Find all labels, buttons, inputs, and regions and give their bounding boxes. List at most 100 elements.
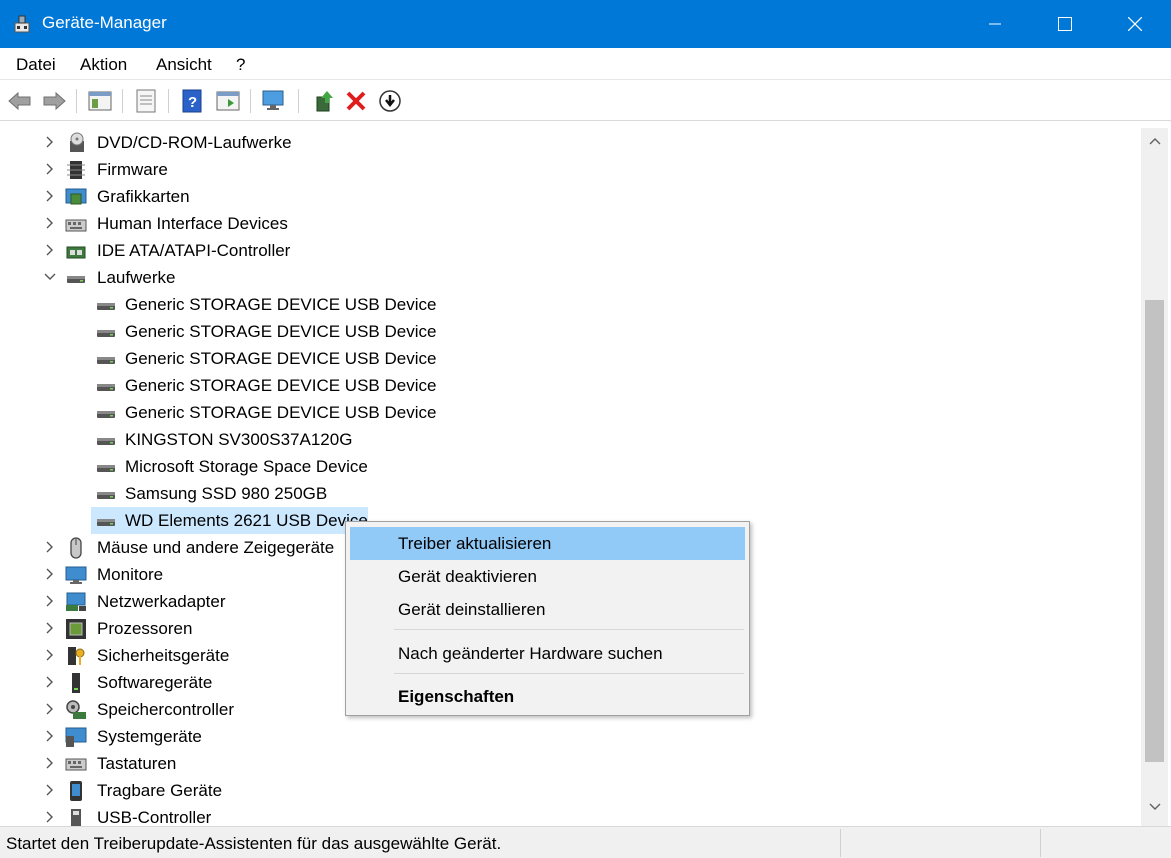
tree-device[interactable]: Generic STORAGE DEVICE USB Device xyxy=(3,318,903,345)
forward-icon xyxy=(43,91,66,111)
tree-device[interactable]: Generic STORAGE DEVICE USB Device xyxy=(3,372,903,399)
device-manager-icon xyxy=(14,15,30,33)
status-bar: Startet den Treiberupdate-Assistenten fü… xyxy=(0,826,1171,858)
tree-device[interactable]: Generic STORAGE DEVICE USB Device xyxy=(3,291,903,318)
close-button[interactable] xyxy=(1106,0,1164,48)
chevron-right-icon[interactable] xyxy=(43,243,57,257)
tree-category-label: Tragbare Geräte xyxy=(97,781,223,800)
minimize-icon xyxy=(989,23,1001,25)
chevron-right-icon[interactable] xyxy=(43,135,57,149)
run-button[interactable] xyxy=(214,87,242,115)
window-title: Geräte-Manager xyxy=(42,13,167,32)
disk-drive-icon xyxy=(97,519,115,526)
device-tree: DVD/CD-ROM-Laufwerke Firmware Grafikkart… xyxy=(3,128,1141,828)
disk-drive-icon xyxy=(97,330,115,337)
tree-device[interactable]: Microsoft Storage Space Device xyxy=(3,453,903,480)
chevron-right-icon[interactable] xyxy=(43,621,57,635)
menu-item-disable-device[interactable]: Gerät deaktivieren xyxy=(350,560,745,593)
chevron-right-icon[interactable] xyxy=(43,783,57,797)
menu-item-label: Gerät deinstallieren xyxy=(398,600,546,619)
menu-ansicht[interactable]: Ansicht xyxy=(156,55,212,75)
chevron-right-icon[interactable] xyxy=(43,540,57,554)
menu-separator xyxy=(394,673,744,674)
disk-drive-icon xyxy=(97,438,115,445)
tree-category[interactable]: IDE ATA/ATAPI-Controller xyxy=(3,237,903,264)
menu-aktion[interactable]: Aktion xyxy=(80,55,127,75)
scroll-down-icon[interactable] xyxy=(1149,800,1161,812)
tree-category-label: Mäuse und andere Zeigegeräte xyxy=(97,538,335,557)
menu-item-properties[interactable]: Eigenschaften xyxy=(350,680,745,713)
tree-device-label: Generic STORAGE DEVICE USB Device xyxy=(125,295,437,314)
menu-item-update-driver[interactable]: Treiber aktualisieren xyxy=(350,527,745,560)
scroll-up-icon[interactable] xyxy=(1149,136,1161,148)
menu-datei[interactable]: Datei xyxy=(16,55,56,75)
tree-category[interactable]: DVD/CD-ROM-Laufwerke xyxy=(3,129,903,156)
disk-drive-icon xyxy=(97,384,115,391)
tree-category[interactable]: Systemgeräte xyxy=(3,723,903,750)
properties-button[interactable] xyxy=(132,87,160,115)
tree-device[interactable]: KINGSTON SV300S37A120G xyxy=(3,426,903,453)
dvd-drive-icon xyxy=(70,132,84,152)
monitor-icon xyxy=(262,90,284,110)
tree-device-label: Microsoft Storage Space Device xyxy=(125,457,368,476)
tree-category[interactable]: Grafikkarten xyxy=(3,183,903,210)
tree-category[interactable]: Tragbare Geräte xyxy=(3,777,903,804)
tree-device[interactable]: Generic STORAGE DEVICE USB Device xyxy=(3,399,903,426)
back-icon xyxy=(8,91,31,111)
tree-category-label: DVD/CD-ROM-Laufwerke xyxy=(97,133,292,152)
mouse-icon xyxy=(70,537,82,559)
disk-drive-icon xyxy=(97,357,115,364)
tree-device[interactable]: Samsung SSD 980 250GB xyxy=(3,480,903,507)
storage-controller-icon xyxy=(66,700,86,719)
chevron-right-icon[interactable] xyxy=(43,594,57,608)
tree-category-label: Prozessoren xyxy=(97,619,193,638)
download-button[interactable] xyxy=(376,87,404,115)
chevron-right-icon[interactable] xyxy=(43,810,57,824)
tree-category[interactable]: Firmware xyxy=(3,156,903,183)
tree-category-label: Grafikkarten xyxy=(97,187,190,206)
uninstall-icon xyxy=(346,91,366,111)
tree-category-label: Speichercontroller xyxy=(97,700,235,719)
chevron-right-icon[interactable] xyxy=(43,567,57,581)
menu-item-uninstall-device[interactable]: Gerät deinstallieren xyxy=(350,593,745,626)
maximize-button[interactable] xyxy=(1036,0,1094,48)
show-hide-tree-button[interactable] xyxy=(86,87,114,115)
chevron-right-icon[interactable] xyxy=(43,648,57,662)
tree-category-label: Tastaturen xyxy=(97,754,177,773)
usb-controller-icon xyxy=(71,809,81,827)
context-menu: Treiber aktualisieren Gerät deaktivieren… xyxy=(345,521,750,716)
menu-item-label: Nach geänderter Hardware suchen xyxy=(398,644,663,663)
help-button[interactable]: ? xyxy=(178,87,206,115)
system-device-icon xyxy=(65,727,87,747)
tree-device-label: KINGSTON SV300S37A120G xyxy=(125,430,353,449)
forward-button[interactable] xyxy=(40,87,68,115)
tree-category-expanded[interactable]: Laufwerke xyxy=(3,264,903,291)
disk-drive-icon xyxy=(67,276,85,283)
scrollbar-thumb[interactable] xyxy=(1145,300,1164,762)
menu-help[interactable]: ? xyxy=(236,55,245,75)
back-button[interactable] xyxy=(6,87,34,115)
tree-category-label: Systemgeräte xyxy=(97,727,202,746)
tree-category[interactable]: Tastaturen xyxy=(3,750,903,777)
chevron-right-icon[interactable] xyxy=(43,702,57,716)
tree-category[interactable]: Human Interface Devices xyxy=(3,210,903,237)
chevron-down-icon[interactable] xyxy=(43,270,57,284)
tree-device[interactable]: Generic STORAGE DEVICE USB Device xyxy=(3,345,903,372)
show-hide-tree-icon xyxy=(88,91,112,111)
scan-hardware-button[interactable] xyxy=(260,87,288,115)
chevron-right-icon[interactable] xyxy=(43,189,57,203)
chevron-right-icon[interactable] xyxy=(43,216,57,230)
chevron-right-icon[interactable] xyxy=(43,675,57,689)
tree-category[interactable]: USB-Controller xyxy=(3,804,903,828)
menu-item-scan-hardware[interactable]: Nach geänderter Hardware suchen xyxy=(350,637,745,670)
minimize-button[interactable] xyxy=(966,0,1024,48)
disk-drive-icon xyxy=(97,411,115,418)
help-icon: ? xyxy=(182,89,202,113)
update-driver-button[interactable] xyxy=(310,87,338,115)
chevron-right-icon[interactable] xyxy=(43,162,57,176)
uninstall-button[interactable] xyxy=(342,87,370,115)
chevron-right-icon[interactable] xyxy=(43,729,57,743)
tree-category-label: Softwaregeräte xyxy=(97,673,213,692)
chevron-right-icon[interactable] xyxy=(43,756,57,770)
vertical-scrollbar[interactable] xyxy=(1141,128,1168,828)
